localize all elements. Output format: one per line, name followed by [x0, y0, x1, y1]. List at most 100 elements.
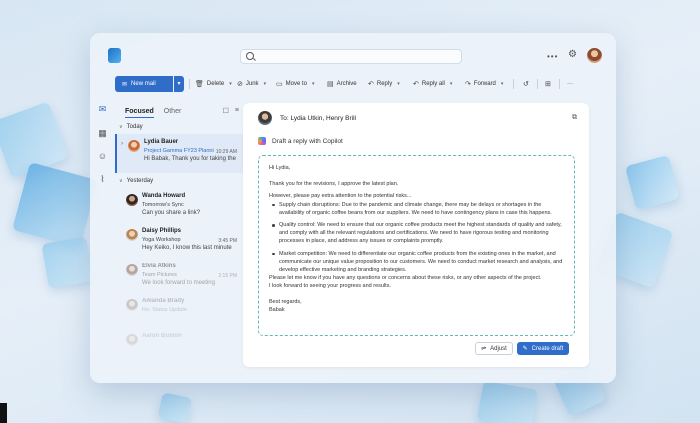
- more-label: ···: [567, 81, 573, 87]
- new-mail-button[interactable]: ✉ New mail: [115, 76, 173, 92]
- draft-paragraph: Thank you for the revisions, I approve t…: [269, 181, 399, 188]
- undo-icon: ↺: [523, 81, 529, 88]
- copilot-label: Draft a reply with Copilot: [272, 137, 343, 145]
- divider: [189, 79, 190, 89]
- avatar: [126, 229, 138, 241]
- junk-button[interactable]: ⊘ Junk ▾: [237, 76, 266, 92]
- group-label: Today: [126, 124, 143, 130]
- chevron-down-icon: ▾: [449, 81, 453, 87]
- sender-name: Wanda Howard: [142, 193, 186, 199]
- attachment-icon[interactable]: ⌇: [97, 174, 108, 185]
- mail-icon[interactable]: ✉: [97, 104, 108, 115]
- search-input[interactable]: [240, 49, 462, 64]
- chevron-down-icon: ▾: [311, 81, 315, 87]
- avatar: [126, 194, 138, 206]
- background-cube: [476, 380, 539, 423]
- tab-other[interactable]: Other: [164, 108, 182, 118]
- sliders-icon: ⇌: [481, 346, 487, 352]
- reply-all-label: Reply all: [421, 81, 445, 87]
- list-item[interactable]: Elvia Atkins Team Pictures 2:15 PM We lo…: [115, 258, 243, 295]
- more-button[interactable]: ···: [567, 76, 573, 92]
- divider: [513, 79, 514, 89]
- sender-name: Aaron Buxton: [142, 333, 182, 339]
- select-icon[interactable]: ☐: [223, 107, 229, 115]
- archive-button[interactable]: ▤ Archive: [327, 76, 357, 92]
- people-icon[interactable]: ☺: [97, 151, 108, 162]
- forward-button[interactable]: ↷ Forward ▾: [465, 76, 503, 92]
- reply-button[interactable]: ↶ Reply ▾: [368, 76, 400, 92]
- reply-all-button[interactable]: ↶ Reply all ▾: [413, 76, 452, 92]
- delete-button[interactable]: 🗑 Delete ▾: [195, 76, 232, 92]
- mail-subject: Tomorrow's Sync: [142, 202, 184, 208]
- background-cube: [157, 392, 193, 423]
- list-item[interactable]: Daisy Phillips Yoga Workshop 3:45 PM Hey…: [115, 223, 243, 260]
- divider: [559, 79, 560, 89]
- new-mail-label: New mail: [131, 81, 156, 87]
- chevron-down-icon: ∨: [119, 178, 123, 184]
- more-options-icon[interactable]: •••: [547, 52, 558, 61]
- search-icon: [246, 52, 254, 60]
- pop-out-icon[interactable]: ⧉: [572, 114, 577, 122]
- sender-name: Amanda Brady: [142, 298, 185, 304]
- chevron-down-icon: ▾: [229, 81, 232, 87]
- compose-icon: ✉: [122, 81, 128, 88]
- draft-greeting: Hi Lydia,: [269, 165, 291, 171]
- create-draft-button[interactable]: ✎ Create draft: [517, 342, 569, 355]
- chevron-down-icon: ∨: [119, 124, 123, 130]
- recipient-avatar: [258, 111, 272, 125]
- delete-label: Delete: [206, 81, 225, 87]
- reply-label: Reply: [376, 81, 393, 87]
- copilot-icon: [258, 137, 266, 145]
- ribbon-toolbar: ✉ New mail ▾ 🗑 Delete ▾ ⊘ Junk ▾ ▭ Move …: [115, 76, 606, 92]
- avatar: [126, 264, 138, 276]
- forward-icon: ↷: [465, 81, 471, 88]
- risk-item: Quality control: We need to ensure that …: [269, 221, 564, 246]
- undo-button[interactable]: ↺: [523, 76, 529, 92]
- mail-preview: Hey Keiko, I know this last minute: [142, 245, 232, 251]
- draft-paragraph: I look forward to seeing your progress a…: [269, 283, 391, 290]
- mail-list: Focused Other ☐ ≡ ∨ Today › Lydia Bauer P…: [115, 99, 243, 373]
- list-item[interactable]: Aaron Buxton: [115, 328, 243, 365]
- mail-time: 10:29 AM: [215, 149, 237, 155]
- mail-subject: Yoga Workshop: [142, 237, 181, 243]
- chevron-right-icon[interactable]: ›: [121, 141, 123, 147]
- junk-label: Junk: [245, 81, 259, 87]
- reply-icon: ↶: [368, 81, 374, 88]
- list-item[interactable]: Amanda Brady Re: Status Update: [115, 293, 243, 330]
- recipients-line[interactable]: To: Lydia Utkin, Henry Brill: [280, 115, 356, 122]
- risk-list: Supply chain disruptions: Due to the pan…: [269, 201, 564, 275]
- view-button[interactable]: ⊞: [545, 76, 551, 92]
- new-mail-dropdown[interactable]: ▾: [174, 76, 184, 92]
- filter-icon[interactable]: ≡: [235, 107, 239, 115]
- reading-pane: To: Lydia Utkin, Henry Brill ⧉ Draft a r…: [243, 103, 589, 367]
- title-bar: ••• ⚙: [90, 33, 616, 69]
- list-tools: ☐ ≡: [223, 107, 239, 115]
- draft-paragraph: Please let me know if you have any quest…: [269, 275, 542, 282]
- draft-reply-body[interactable]: Hi Lydia, Thank you for the revisions, I…: [258, 155, 575, 336]
- list-item[interactable]: Wanda Howard Tomorrow's Sync Can you sha…: [115, 188, 243, 225]
- copilot-spark-icon: ✎: [522, 346, 528, 352]
- list-item[interactable]: › Lydia Bauer Project Gamma FY23 Planni …: [115, 134, 243, 173]
- move-to-button[interactable]: ▭ Move to ▾: [276, 76, 314, 92]
- mail-preview: Can you share a link?: [142, 210, 201, 216]
- user-avatar[interactable]: [587, 48, 602, 63]
- adjust-button[interactable]: ⇌ Adjust: [475, 342, 513, 355]
- chevron-down-icon: ▾: [263, 81, 267, 87]
- gear-icon[interactable]: ⚙: [568, 49, 577, 60]
- calendar-icon[interactable]: ▦: [97, 128, 108, 139]
- chevron-down-icon: ▾: [397, 81, 400, 87]
- risk-item: Supply chain disruptions: Due to the pan…: [269, 201, 564, 217]
- avatar: [128, 140, 140, 152]
- block-icon: ⊘: [237, 81, 243, 88]
- group-header-yesterday[interactable]: ∨ Yesterday: [119, 178, 153, 184]
- copilot-prompt[interactable]: Draft a reply with Copilot: [258, 137, 343, 145]
- chevron-down-icon: ▾: [500, 81, 504, 87]
- mail-tabs: Focused Other: [125, 108, 181, 118]
- group-header-today[interactable]: ∨ Today: [119, 124, 143, 130]
- tab-focused[interactable]: Focused: [125, 108, 154, 118]
- create-draft-label: Create draft: [531, 345, 564, 352]
- group-label: Yesterday: [126, 178, 154, 184]
- folder-move-icon: ▭: [276, 81, 283, 88]
- risk-item: Market competition: We need to different…: [269, 250, 564, 275]
- adjust-label: Adjust: [490, 345, 507, 352]
